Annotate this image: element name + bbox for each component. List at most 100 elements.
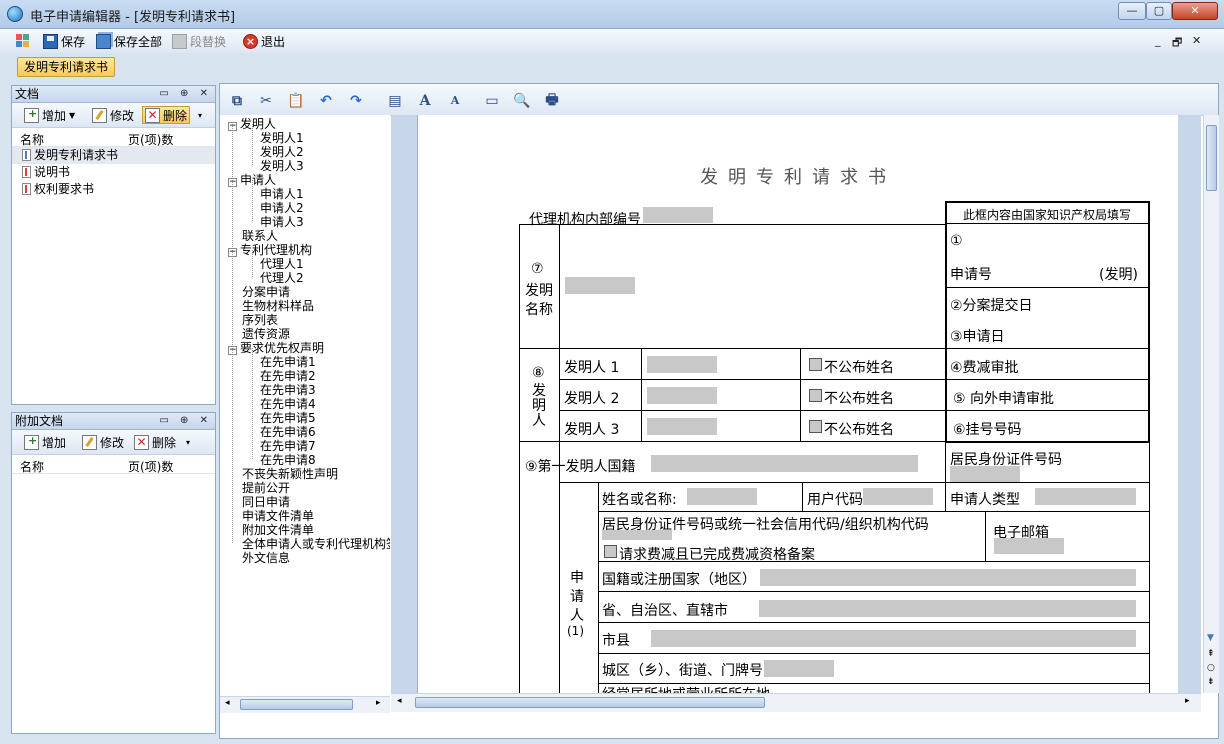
tree-node[interactable]: 在先申请1 [260,355,316,369]
form-icon[interactable]: ▭ [482,91,502,110]
mdi-close-button[interactable]: ✕ [1192,34,1201,47]
collapse-icon[interactable]: − [228,122,237,131]
close-button[interactable]: ✕ [1172,2,1218,20]
tree-node[interactable]: 同日申请 [242,495,290,509]
collapse-icon[interactable]: − [228,346,237,355]
edit-document-button[interactable]: 修改 [90,106,136,124]
country-field[interactable] [760,569,1136,586]
tree-node[interactable]: − 专利代理机构 [228,243,312,257]
tree-node[interactable]: 申请人3 [260,215,304,229]
minimize-button[interactable]: — [1118,2,1146,20]
column-name[interactable]: 名称 [20,458,44,475]
tree-node[interactable]: 代理人2 [260,271,304,285]
tree-node[interactable]: 在先申请2 [260,369,316,383]
add-document-button[interactable]: 增加 ▼ [22,106,77,124]
paragraph-replace-button[interactable]: 段替换 [172,33,226,50]
tree-node[interactable]: 在先申请6 [260,425,316,439]
column-pages[interactable]: 页(项)数 [128,458,173,475]
id-code-field[interactable] [602,530,672,540]
tree-node[interactable]: 在先申请7 [260,439,316,453]
tree-node[interactable]: 附加文件清单 [242,523,314,537]
email-field[interactable] [994,538,1064,554]
tree-node[interactable]: 序列表 [242,313,278,327]
inventor-3-hide-checkbox[interactable] [809,420,822,433]
scroll-thumb[interactable] [1206,125,1217,191]
invention-name-field[interactable] [565,277,635,294]
font-larger-icon[interactable]: A [415,91,435,110]
zoom-icon[interactable]: 🔍 [512,91,532,110]
tree-node[interactable]: − 要求优先权声明 [228,341,324,355]
inventor-1-field[interactable] [647,356,717,373]
mdi-restore-button[interactable]: 🗗 [1172,34,1182,53]
add-attachment-button[interactable]: 增加 [22,433,68,451]
panel-controls[interactable]: ▭ ⊕ ✕ [159,413,212,429]
scroll-thumb[interactable] [240,699,353,710]
previous-page-icon[interactable]: ⇞ [1207,649,1215,659]
edit-attachment-button[interactable]: 修改 [80,433,126,451]
copy-icon[interactable]: ⧉ [227,91,247,110]
fee-reduction-checkbox[interactable] [604,545,617,558]
tree-node[interactable]: 代理人1 [260,257,304,271]
mdi-minimize-button[interactable]: _ [1155,34,1161,47]
select-browse-object-icon[interactable]: ○ [1207,663,1215,673]
tree-node[interactable]: − 发明人 [228,117,276,131]
scroll-down-icon[interactable]: ▼ [1207,633,1214,643]
tree-node[interactable]: 在先申请5 [260,411,316,425]
tree-node[interactable]: 在先申请3 [260,383,316,397]
inventor-3-field[interactable] [647,418,717,435]
tree-node[interactable]: 分案申请 [242,285,290,299]
save-all-button[interactable]: 保存全部 [96,33,162,50]
document-horizontal-scrollbar[interactable]: ◂ ▸ [391,693,1201,712]
toolbar-overflow-button[interactable]: ▾ [196,106,204,124]
id-number-field[interactable] [950,466,1020,482]
tree-node[interactable]: 遗传资源 [242,327,290,341]
list-item[interactable]: 权利要求书 [12,181,215,198]
province-field[interactable] [759,600,1136,617]
print-icon[interactable]: 🖶 [542,91,562,110]
tree-node[interactable]: 生物材料样品 [242,299,314,313]
document-vertical-scrollbar[interactable]: ▼ ⇞ ○ ⇟ [1203,115,1219,693]
scroll-left-icon[interactable]: ◂ [225,698,230,708]
redo-icon[interactable]: ↷ [346,91,366,110]
panel-controls[interactable]: ▭ ⊕ ✕ [159,86,212,102]
user-code-field[interactable] [863,488,933,505]
tree-node[interactable]: 申请人1 [260,187,304,201]
tree-node[interactable]: − 申请人 [228,173,276,187]
city-field[interactable] [651,630,1136,647]
exit-button[interactable]: × 退出 [243,33,285,50]
undo-icon[interactable]: ↶ [316,91,336,110]
tree-node[interactable]: 联系人 [242,229,278,243]
tree-node[interactable]: 申请文件清单 [242,509,314,523]
tab-invention-request[interactable]: 发明专利请求书 [17,57,116,77]
list-item[interactable]: 发明专利请求书 [12,147,215,164]
list-item[interactable]: 说明书 [12,164,215,181]
tree-node[interactable]: 发明人1 [260,131,304,145]
tree-node[interactable]: 在先申请4 [260,397,316,411]
maximize-button[interactable]: ▢ [1146,2,1172,20]
collapse-icon[interactable]: − [228,178,237,187]
district-field[interactable] [764,660,834,677]
name-field[interactable] [687,488,757,505]
tree-node[interactable]: 外文信息 [242,551,290,565]
delete-document-button[interactable]: ✕ 删除 [142,106,191,124]
tree-horizontal-scrollbar[interactable]: ◂ ▸ [220,696,390,713]
cut-icon[interactable]: ✂ [256,91,276,110]
applicant-type-field[interactable] [1035,488,1136,505]
tree-node[interactable]: 不丧失新颖性声明 [242,467,338,481]
tree-node[interactable]: 申请人2 [260,201,304,215]
tree-node[interactable]: 发明人3 [260,159,304,173]
scroll-right-icon[interactable]: ▸ [376,698,381,708]
paste-icon[interactable]: 📋 [286,91,306,110]
scroll-left-icon[interactable]: ◂ [397,696,402,706]
first-inventor-nationality-field[interactable] [651,455,918,472]
next-page-icon[interactable]: ⇟ [1207,677,1215,687]
tree-node[interactable]: 全体申请人或专利代理机构签 [242,537,390,551]
tree-node[interactable]: 提前公开 [242,481,290,495]
tree-node[interactable]: 在先申请8 [260,453,316,467]
column-pages[interactable]: 页(项)数 [128,131,173,148]
inventor-2-hide-checkbox[interactable] [809,389,822,402]
delete-attachment-button[interactable]: ✕ 删除 [132,433,178,451]
panel-toggle-button[interactable] [16,33,31,50]
agency-number-field[interactable] [643,207,713,223]
scroll-right-icon[interactable]: ▸ [1185,696,1190,706]
